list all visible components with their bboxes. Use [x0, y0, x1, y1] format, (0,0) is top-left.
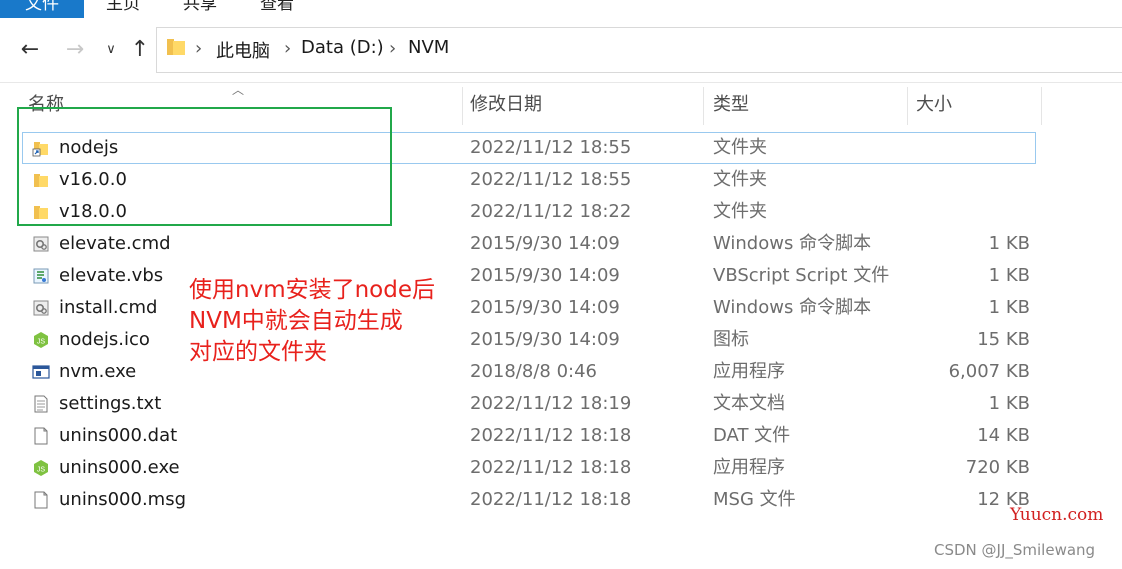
file-name: elevate.vbs	[59, 265, 164, 286]
file-size: 14 KB	[977, 425, 1030, 446]
file-type: 文本文档	[713, 393, 785, 414]
file-size: 720 KB	[965, 457, 1030, 478]
file-date-modified: 2018/8/8 0:46	[470, 361, 597, 382]
file-type: DAT 文件	[713, 425, 791, 446]
file-type: 文件夹	[713, 201, 767, 222]
file-name: settings.txt	[59, 393, 162, 414]
file-date-modified: 2022/11/12 18:22	[470, 201, 632, 222]
annotation-line: 使用nvm安装了node后	[189, 277, 435, 303]
vbs-script-icon	[33, 268, 49, 284]
file-type: VBScript Script 文件	[713, 265, 890, 286]
breadcrumb-nvm[interactable]: NVM	[408, 37, 449, 58]
tab-file[interactable]: 文件	[0, 0, 84, 18]
address-bar[interactable]: › 此电脑 › Data (D:) › NVM	[156, 27, 1122, 73]
tab-share[interactable]: 共享	[183, 0, 217, 18]
tab-view[interactable]: 查看	[260, 0, 294, 18]
file-size: 6,007 KB	[948, 361, 1030, 382]
cmd-script-icon	[33, 236, 49, 252]
file-row[interactable]: elevate.cmd 2015/9/30 14:09 Windows 命令脚本 1 …	[0, 228, 1122, 260]
file-size: 15 KB	[977, 329, 1030, 350]
file-row[interactable]: install.cmd 2015/9/30 14:09 Windows 命令脚本 1 …	[0, 292, 1122, 324]
column-size[interactable]: 大小	[910, 83, 1042, 127]
file-name: unins000.msg	[59, 489, 187, 510]
back-arrow-icon[interactable]: ←	[18, 38, 42, 62]
chevron-right-icon: ›	[389, 38, 397, 59]
file-name: unins000.exe	[59, 457, 180, 478]
file-date-modified: 2022/11/12 18:19	[470, 393, 632, 414]
exe-icon	[32, 365, 50, 379]
file-type: 文件夹	[713, 169, 767, 190]
file-size: 1 KB	[988, 265, 1030, 286]
file-size: 1 KB	[988, 233, 1030, 254]
column-type[interactable]: 类型	[707, 83, 907, 127]
file-type: 应用程序	[713, 457, 785, 478]
chevron-right-icon: ›	[195, 38, 203, 59]
file-type: Windows 命令脚本	[713, 233, 872, 254]
nodejs-icon: JS	[34, 460, 48, 476]
file-row[interactable]: elevate.vbs 2015/9/30 14:09 VBScript Scrip…	[0, 260, 1122, 292]
file-row[interactable]: unins000.msg 2022/11/12 18:18 MSG 文件 12 KB	[0, 484, 1122, 516]
file-type: 文件夹	[713, 137, 767, 158]
breadcrumb-drive[interactable]: Data (D:)	[301, 37, 384, 58]
file-row[interactable]: settings.txt 2022/11/12 18:19 文本文档 1 KB	[0, 388, 1122, 420]
file-row[interactable]: unins000.dat 2022/11/12 18:18 DAT 文件 14 KB	[0, 420, 1122, 452]
file-row[interactable]: JS nodejs.ico 2015/9/30 14:09 图标 15 KB	[0, 324, 1122, 356]
tab-home[interactable]: 主页	[106, 0, 140, 18]
up-arrow-icon[interactable]: ↑	[128, 38, 152, 62]
file-name: nodejs.ico	[59, 329, 150, 350]
file-row[interactable]: nvm.exe 2018/8/8 0:46 应用程序 6,007 KB	[0, 356, 1122, 388]
site-watermark: Yuucn.com	[1010, 505, 1104, 525]
folder-icon	[167, 39, 185, 55]
annotation-text: 使用nvm安装了node后 NVM中就会自动生成 对应的文件夹	[189, 275, 435, 368]
ribbon: 文件 主页 共享 查看	[0, 0, 1122, 19]
file-date-modified: 2015/9/30 14:09	[470, 265, 620, 286]
svg-text:JS: JS	[37, 339, 46, 346]
file-name: unins000.dat	[59, 425, 178, 446]
file-row[interactable]: JS unins000.exe 2022/11/12 18:18 应用程序 720 KB	[0, 452, 1122, 484]
file-name: nvm.exe	[59, 361, 137, 382]
navigation-bar: ← → ∨ ↑ › 此电脑 › Data (D:) › NVM	[0, 18, 1122, 82]
recent-locations-chevron-icon[interactable]: ∨	[99, 38, 123, 62]
cmd-script-icon	[33, 300, 49, 316]
file-size: 1 KB	[988, 297, 1030, 318]
text-file-icon	[34, 395, 48, 413]
file-date-modified: 2022/11/12 18:18	[470, 489, 632, 510]
file-size: 1 KB	[988, 393, 1030, 414]
file-date-modified: 2022/11/12 18:18	[470, 425, 632, 446]
author-watermark: CSDN @JJ_Smilewang	[934, 541, 1096, 559]
file-name: install.cmd	[59, 297, 158, 318]
blank-file-icon	[34, 427, 48, 445]
file-type: MSG 文件	[713, 489, 796, 510]
file-date-modified: 2022/11/12 18:18	[470, 457, 632, 478]
file-date-modified: 2022/11/12 18:55	[470, 137, 632, 158]
file-date-modified: 2015/9/30 14:09	[470, 233, 620, 254]
file-type: Windows 命令脚本	[713, 297, 872, 318]
file-name: elevate.cmd	[59, 233, 171, 254]
blank-file-icon	[34, 491, 48, 509]
nodejs-icon: JS	[34, 332, 48, 348]
svg-text:JS: JS	[37, 467, 46, 474]
annotation-line: 对应的文件夹	[189, 339, 327, 365]
annotation-line: NVM中就会自动生成	[189, 308, 403, 334]
file-date-modified: 2022/11/12 18:55	[470, 169, 632, 190]
chevron-right-icon: ›	[284, 38, 292, 59]
file-date-modified: 2015/9/30 14:09	[470, 297, 620, 318]
file-type: 应用程序	[713, 361, 785, 382]
breadcrumb-this-pc[interactable]: 此电脑	[216, 37, 270, 63]
highlight-box	[17, 107, 392, 226]
forward-arrow-icon[interactable]: →	[63, 38, 87, 62]
column-date-modified[interactable]: 修改日期	[464, 83, 704, 127]
file-date-modified: 2015/9/30 14:09	[470, 329, 620, 350]
file-type: 图标	[713, 329, 749, 350]
